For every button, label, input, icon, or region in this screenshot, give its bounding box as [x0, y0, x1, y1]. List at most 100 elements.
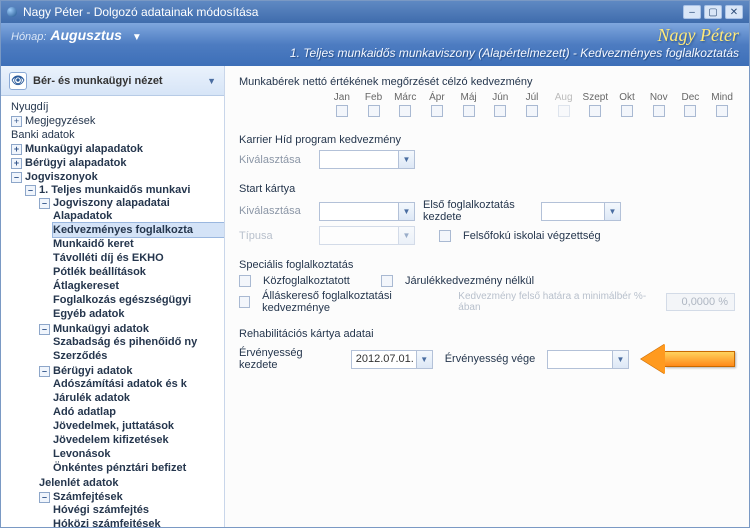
tree-item[interactable]: Jelenlét adatok: [39, 476, 224, 490]
month-label: Ápr: [424, 92, 450, 103]
chevron-down-icon: ▼: [398, 203, 414, 220]
month-checkbox[interactable]: [684, 105, 696, 117]
tree-item[interactable]: Egyéb adatok: [53, 307, 224, 321]
close-button[interactable]: ✕: [725, 5, 743, 19]
tree-item[interactable]: –Számfejtések Hóvégi számfejtés Hóközi s…: [39, 490, 224, 527]
tree-item[interactable]: –Jogviszony alapadatai Alapadatok Kedvez…: [39, 196, 224, 322]
tree-item[interactable]: Munkaidő keret: [53, 237, 224, 251]
month-checkbox[interactable]: [336, 105, 348, 117]
month-labels: JanFebMárcÁprMájJúnJúlAugSzeptOktNovDecM…: [329, 92, 735, 103]
collapse-icon[interactable]: –: [39, 324, 50, 335]
maximize-button[interactable]: ▢: [704, 5, 722, 19]
app-window: Nagy Péter - Dolgozó adatainak módosítás…: [0, 0, 750, 528]
tree-item[interactable]: Adószámítási adatok és k: [53, 377, 224, 391]
month-label: Júl: [519, 92, 545, 103]
tree-item[interactable]: Távolléti díj és EKHO: [53, 251, 224, 265]
eye-icon: 👁: [9, 72, 27, 90]
collapse-icon[interactable]: –: [39, 492, 50, 503]
felsofoku-checkbox[interactable]: [439, 230, 451, 242]
tree-item[interactable]: +Megjegyzések: [11, 114, 224, 128]
allaskereso-checkbox[interactable]: [239, 296, 250, 308]
month-checkbox[interactable]: [494, 105, 506, 117]
month-label: Okt: [614, 92, 640, 103]
tree-item[interactable]: Hóközi számfejtések: [53, 517, 224, 527]
chevron-down-icon: ▼: [604, 203, 620, 220]
collapse-icon[interactable]: –: [39, 366, 50, 377]
month-label: Nov: [646, 92, 672, 103]
collapse-icon[interactable]: –: [25, 185, 36, 196]
karrier-hid-select[interactable]: ▼: [319, 150, 415, 169]
callout-arrow-icon: [641, 344, 735, 374]
kozfogl-checkbox[interactable]: [239, 275, 251, 287]
month-checkbox[interactable]: [653, 105, 665, 117]
tree-item[interactable]: Alapadatok: [53, 209, 224, 223]
expand-icon[interactable]: +: [11, 158, 22, 169]
month-checkbox[interactable]: [368, 105, 380, 117]
tree-item[interactable]: Hóvégi számfejtés: [53, 503, 224, 517]
tree-item[interactable]: Szabadság és pihenőidő ny: [53, 335, 224, 349]
tree-item[interactable]: Levonások: [53, 447, 224, 461]
percent-field[interactable]: 0,0000 %: [666, 293, 735, 311]
tree-item[interactable]: Foglalkozás egészségügyi: [53, 293, 224, 307]
tree-item[interactable]: Szerződés: [53, 349, 224, 363]
collapse-icon[interactable]: –: [11, 172, 22, 183]
nav-tree: Nyugdíj +Megjegyzések Banki adatok +Munk…: [1, 96, 224, 527]
main-panel: Munkabérek nettó értékének megőrzését cé…: [225, 66, 749, 527]
month-label: Feb: [361, 92, 387, 103]
month-checkbox[interactable]: [621, 105, 633, 117]
chevron-down-icon: ▼: [132, 32, 142, 43]
tree-item[interactable]: –Jogviszonyok –1. Teljes munkaidős munka…: [11, 170, 224, 527]
month-checkbox[interactable]: [463, 105, 475, 117]
month-checks: [329, 105, 735, 120]
header-bar: Hónap: Augusztus ▼ Nagy Péter 1. Teljes …: [1, 23, 749, 66]
month-checkbox[interactable]: [558, 105, 570, 117]
tree-item[interactable]: Nyugdíj: [11, 100, 224, 114]
tree-item[interactable]: Jövedelmek, juttatások: [53, 419, 224, 433]
month-checkbox[interactable]: [716, 105, 728, 117]
month-checkbox[interactable]: [589, 105, 601, 117]
tree-item[interactable]: Önkéntes pénztári befizet: [53, 461, 224, 475]
tree-item[interactable]: +Bérügyi alapadatok: [11, 156, 224, 170]
tree-item-selected[interactable]: Kedvezményes foglalkozta: [53, 223, 224, 237]
chevron-down-icon: ▼: [207, 76, 216, 86]
ervenyesseg-kezdete-date[interactable]: 2012.07.01.▼: [351, 350, 433, 369]
expand-icon[interactable]: +: [11, 116, 22, 127]
ervenyesseg-vege-date[interactable]: ▼: [547, 350, 629, 369]
tree-item[interactable]: Banki adatok: [11, 128, 224, 142]
month-label: Jan: [329, 92, 355, 103]
month-checkbox[interactable]: [431, 105, 443, 117]
section-title: Rehabilitációs kártya adatai: [239, 328, 735, 340]
app-icon: [7, 7, 17, 17]
chevron-down-icon: ▼: [398, 227, 414, 244]
tipus-select[interactable]: ▼: [319, 226, 415, 245]
section-title: Speciális foglalkoztatás: [239, 259, 735, 271]
month-label: Dec: [678, 92, 704, 103]
minimize-button[interactable]: –: [683, 5, 701, 19]
chevron-down-icon: ▼: [416, 351, 432, 368]
tree-item[interactable]: –Bérügyi adatok Adószámítási adatok és k…: [39, 364, 224, 476]
tree-item[interactable]: Járulék adatok: [53, 391, 224, 405]
month-label: Máj: [456, 92, 482, 103]
tree-item[interactable]: Adó adatlap: [53, 405, 224, 419]
month-checkbox[interactable]: [526, 105, 538, 117]
header-subtitle: 1. Teljes munkaidős munkaviszony (Alapér…: [11, 46, 739, 60]
month-label: Márc: [392, 92, 418, 103]
tree-item[interactable]: –Munkaügyi adatok Szabadság és pihenőidő…: [39, 322, 224, 364]
tree-item[interactable]: +Munkaügyi alapadatok: [11, 142, 224, 156]
section-title: Munkabérek nettó értékének megőrzését cé…: [239, 76, 735, 88]
month-label: Mind: [709, 92, 735, 103]
month-checkbox[interactable]: [399, 105, 411, 117]
window-title: Nagy Péter - Dolgozó adatainak módosítás…: [23, 5, 258, 19]
jarulek-checkbox[interactable]: [381, 275, 393, 287]
expand-icon[interactable]: +: [11, 144, 22, 155]
elso-fogl-date[interactable]: ▼: [541, 202, 621, 221]
tree-item[interactable]: Jövedelem kifizetések: [53, 433, 224, 447]
start-kartya-select[interactable]: ▼: [319, 202, 415, 221]
tree-item[interactable]: Átlagkereset: [53, 279, 224, 293]
title-bar: Nagy Péter - Dolgozó adatainak módosítás…: [1, 1, 749, 23]
collapse-icon[interactable]: –: [39, 198, 50, 209]
month-label: Jún: [487, 92, 513, 103]
tree-item[interactable]: –1. Teljes munkaidős munkavi –Jogviszony…: [25, 183, 224, 527]
tree-item[interactable]: Pótlék beállítások: [53, 265, 224, 279]
view-switcher[interactable]: 👁 Bér- és munkaügyi nézet ▼: [1, 66, 224, 96]
